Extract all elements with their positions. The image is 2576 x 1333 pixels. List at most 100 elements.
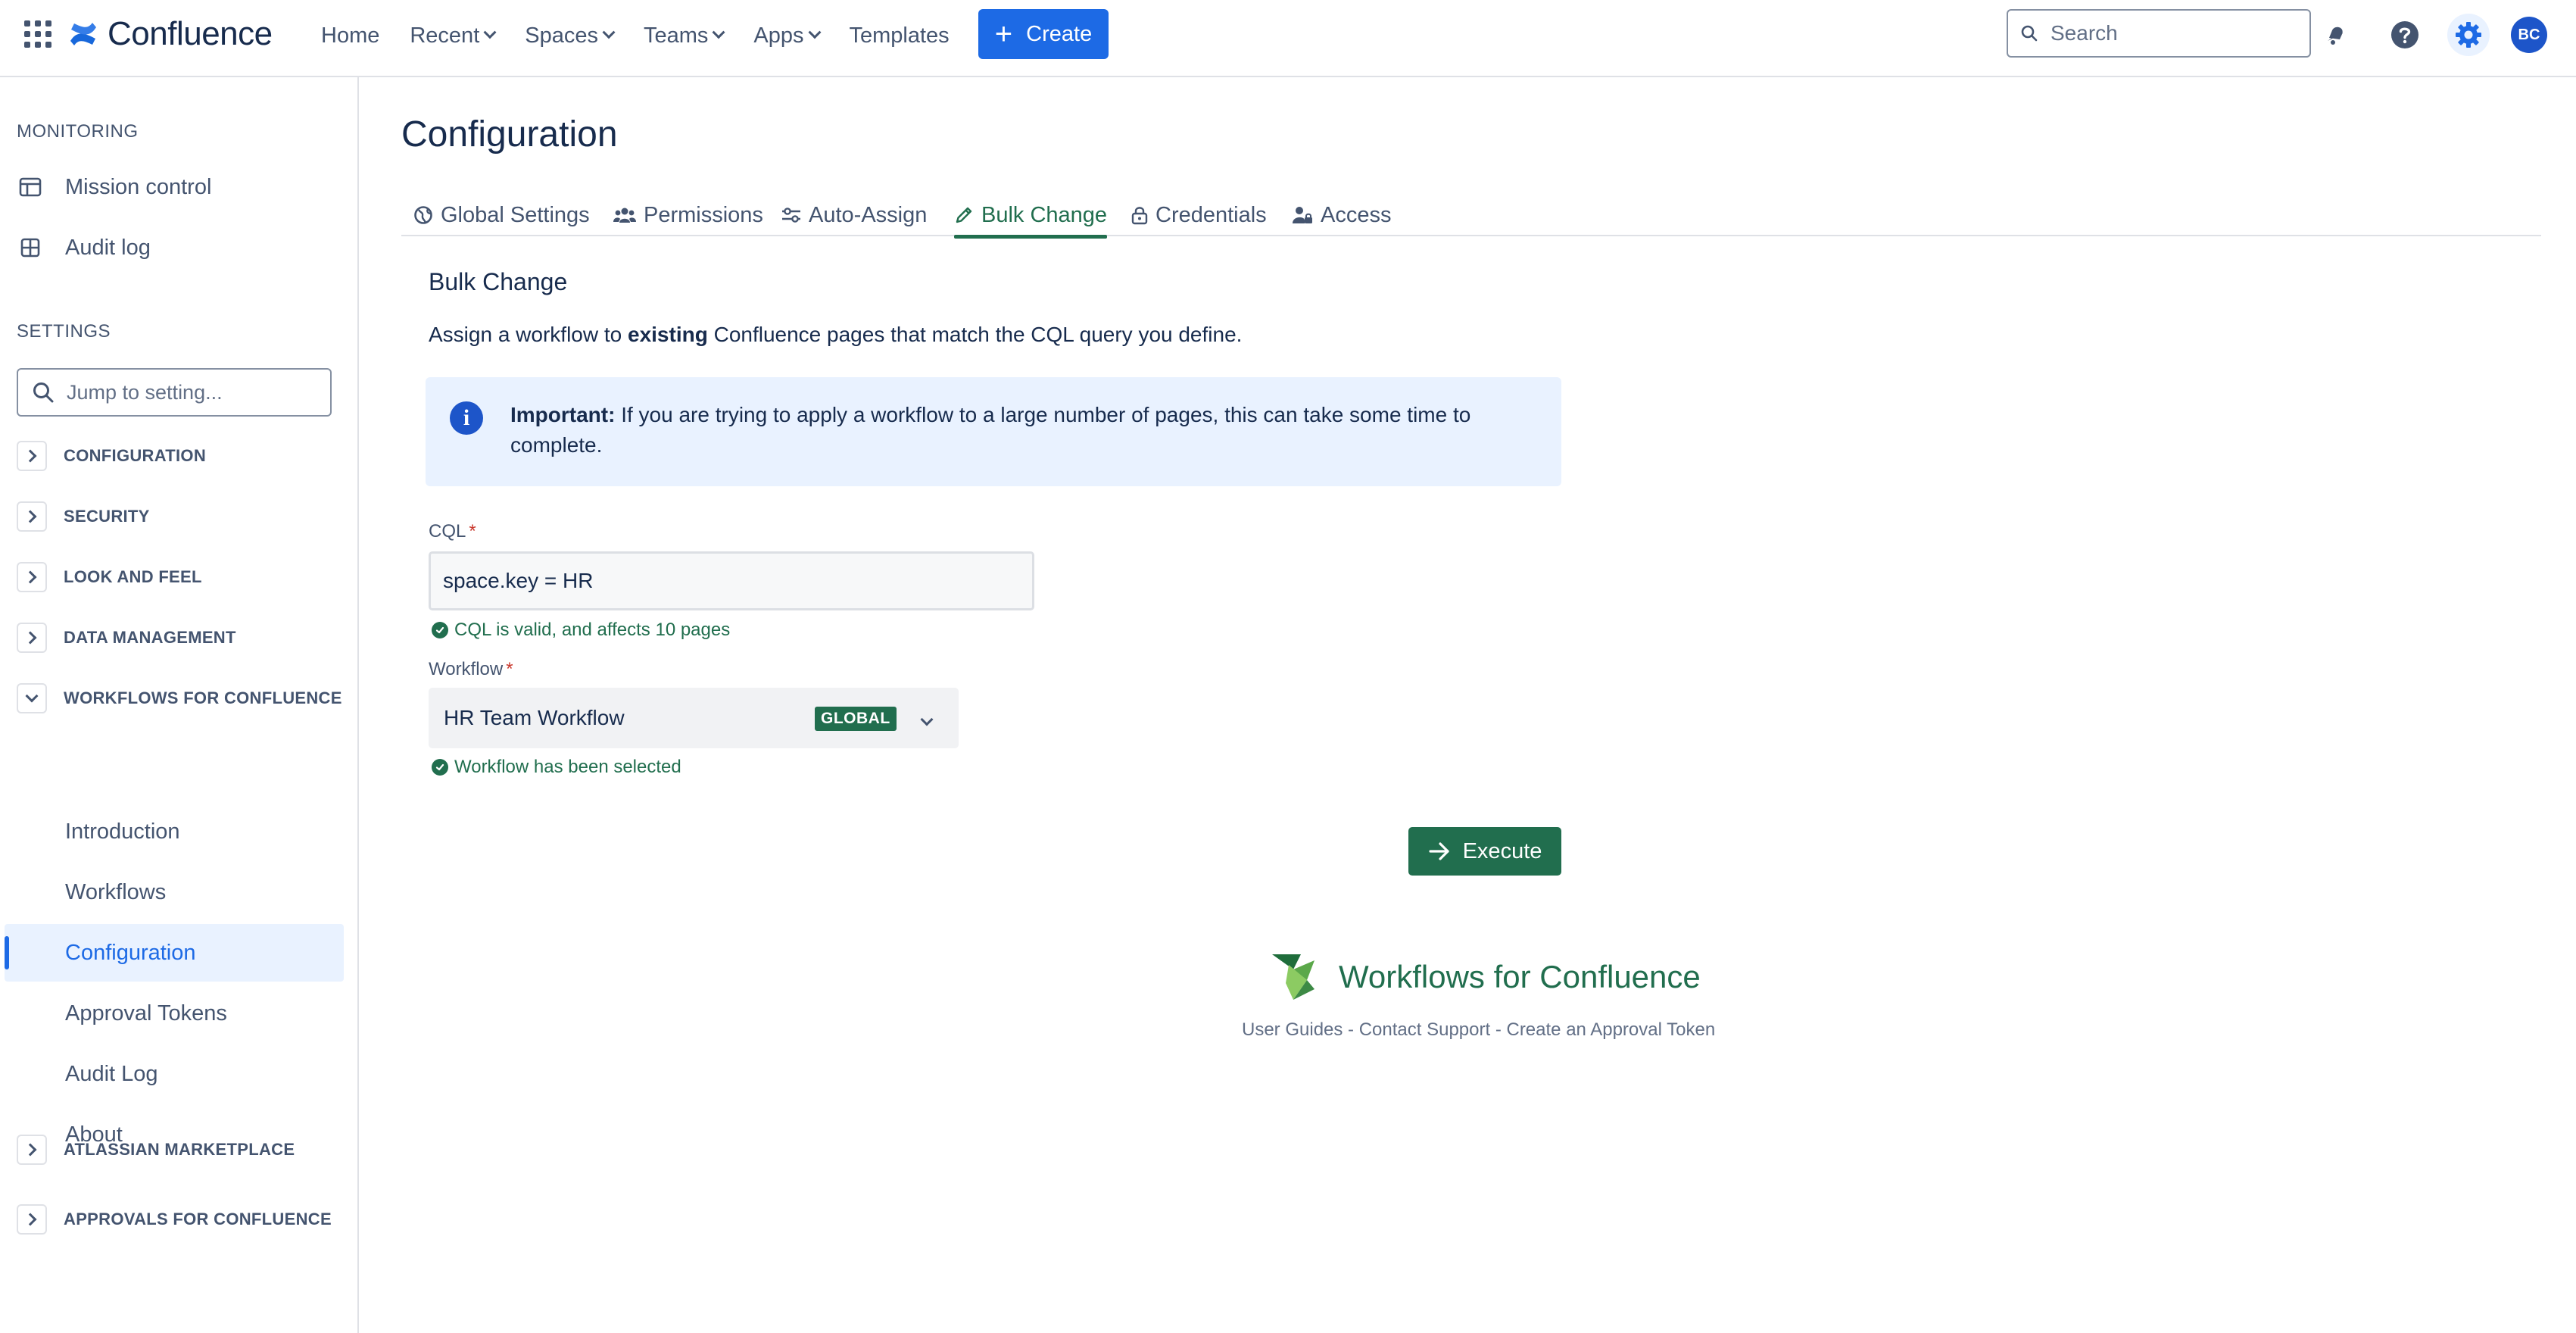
global-badge: GLOBAL — [815, 707, 897, 731]
sidebar-group-workflows-for-confluence[interactable]: WORKFLOWS FOR CONFLUENCE — [17, 677, 342, 720]
sidebar-group-label: CONFIGURATION — [64, 446, 207, 465]
sidebar-group-label: ATLASSIAN MARKETPLACE — [64, 1140, 295, 1159]
chevron-down-icon — [483, 26, 497, 39]
chevron-right-icon — [17, 1204, 47, 1235]
nav-link-home[interactable]: Home — [321, 23, 379, 48]
settings-section-title: SETTINGS — [17, 321, 111, 342]
pencil-icon — [956, 207, 972, 223]
tab-label: Global Settings — [441, 202, 590, 227]
tab-bulk-change[interactable]: Bulk Change — [954, 194, 1108, 239]
jump-to-setting-input[interactable] — [67, 380, 324, 404]
create-button-label: Create — [1026, 21, 1093, 46]
sidebar-item-audit-log[interactable]: Audit log — [17, 221, 342, 274]
logo-text: Confluence — [108, 15, 273, 52]
sidebar-group-configuration[interactable]: CONFIGURATION — [17, 435, 206, 477]
nav-link-label: Templates — [849, 23, 950, 48]
sidebar-group-look-and-feel[interactable]: LOOK AND FEEL — [17, 556, 202, 598]
workflow-select[interactable]: HR Team Workflow GLOBAL — [429, 688, 959, 748]
execute-button[interactable]: Execute — [1408, 827, 1561, 876]
tab-credentials[interactable]: Credentials — [1131, 194, 1267, 236]
sidebar-item-label: Audit log — [65, 235, 151, 260]
monitoring-section-title: MONITORING — [17, 121, 139, 142]
settings-icon[interactable] — [2447, 14, 2490, 56]
footer-link-create-an-approval-token[interactable]: Create an Approval Token — [1506, 1019, 1715, 1040]
arrow-right-icon — [1428, 842, 1449, 860]
chevron-down-icon — [808, 26, 822, 39]
nav-link-teams[interactable]: Teams — [644, 23, 725, 48]
info-icon: i — [450, 401, 483, 435]
primary-nav-links: Home Recent Spaces Teams Apps Templates — [321, 20, 980, 52]
plus-icon: + — [994, 17, 1013, 51]
footer-separator: - — [1490, 1019, 1507, 1040]
chevron-down-icon — [602, 26, 616, 39]
cql-input[interactable] — [429, 551, 1034, 610]
global-search[interactable] — [2007, 9, 2311, 58]
grid-icon — [17, 238, 44, 258]
sidebar-group-approvals-for-confluence[interactable]: APPROVALS FOR CONFLUENCE — [17, 1198, 332, 1241]
tab-label: Access — [1321, 202, 1392, 227]
info-text: If you are trying to apply a workflow to… — [510, 403, 1471, 457]
nav-link-spaces[interactable]: Spaces — [525, 23, 616, 48]
chevron-right-icon — [17, 623, 47, 653]
notifications-icon[interactable] — [2317, 17, 2353, 53]
tab-label: Credentials — [1155, 202, 1267, 227]
user-avatar[interactable]: BC — [2511, 17, 2547, 53]
tab-auto-assign[interactable]: Auto-Assign — [781, 194, 927, 236]
chevron-right-icon — [17, 1135, 47, 1165]
sidebar-item-introduction[interactable]: Introduction — [65, 803, 180, 860]
workflow-selected-message: Workflow has been selected — [432, 755, 681, 779]
footer-link-user-guides[interactable]: User Guides — [1242, 1019, 1343, 1040]
sidebar-item-audit-log[interactable]: Audit Log — [65, 1045, 158, 1103]
workflow-hint-text: Workflow has been selected — [454, 757, 681, 777]
section-description: Assign a workflow to existing Confluence… — [429, 323, 1242, 347]
sidebar-group-label: DATA MANAGEMENT — [64, 628, 236, 647]
nav-link-apps[interactable]: Apps — [753, 23, 822, 48]
sidebar-item-configuration[interactable]: Configuration — [65, 924, 196, 982]
sliders-icon — [782, 208, 800, 223]
nav-link-templates[interactable]: Templates — [850, 23, 950, 48]
confluence-logo-icon — [70, 23, 96, 45]
tab-access[interactable]: Access — [1292, 194, 1391, 236]
description-emphasis: existing — [628, 323, 708, 346]
sidebar-group-label: WORKFLOWS FOR CONFLUENCE — [64, 688, 342, 707]
user-lock-icon — [1293, 207, 1312, 223]
global-search-input[interactable] — [2051, 21, 2293, 45]
footer-link-contact-support[interactable]: Contact Support — [1359, 1019, 1490, 1040]
tab-label: Bulk Change — [981, 202, 1108, 227]
sidebar-item-mission-control[interactable]: Mission control — [17, 161, 342, 214]
jump-to-setting-search[interactable] — [17, 368, 332, 417]
sidebar-group-label: APPROVALS FOR CONFLUENCE — [64, 1210, 332, 1228]
nav-link-recent[interactable]: Recent — [410, 23, 497, 48]
tab-global-settings[interactable]: Global Settings — [413, 194, 590, 236]
top-navigation: Confluence Home Recent Spaces Teams Apps Temp… — [0, 0, 2576, 77]
chevron-right-icon — [17, 441, 47, 471]
help-icon[interactable] — [2387, 17, 2423, 53]
sidebar-group-atlassian-marketplace[interactable]: ATLASSIAN MARKETPLACE — [17, 1129, 295, 1171]
sidebar-group-security[interactable]: SECURITY — [17, 495, 150, 538]
required-marker: * — [469, 521, 476, 542]
cql-label-text: CQL — [429, 521, 466, 542]
important-info-panel: i Important: If you are trying to apply … — [426, 377, 1561, 486]
chevron-right-icon — [17, 501, 47, 532]
sidebar-item-workflows[interactable]: Workflows — [65, 863, 166, 921]
footer-links: User Guides - Contact Support - Create a… — [1242, 1019, 1715, 1041]
description-text: Assign a workflow to — [429, 323, 628, 346]
info-message: Important: If you are trying to apply a … — [510, 400, 1540, 460]
workflows-brand-name: Workflows for Confluence — [1339, 959, 1701, 994]
confluence-logo[interactable]: Confluence — [68, 14, 273, 55]
configuration-tabs: Global Settings Permissions Auto-Assign … — [401, 194, 2541, 239]
chevron-down-icon — [920, 713, 934, 726]
workflow-field-label: Workflow * — [429, 659, 513, 680]
panel-icon — [17, 177, 44, 197]
sidebar-item-approval-tokens[interactable]: Approval Tokens — [65, 985, 227, 1042]
workflow-label-text: Workflow — [429, 659, 504, 679]
search-icon — [2021, 25, 2038, 42]
check-circle-icon — [432, 759, 448, 776]
create-button[interactable]: + Create — [978, 9, 1109, 59]
tab-permissions[interactable]: Permissions — [613, 194, 763, 236]
sidebar-group-label: LOOK AND FEEL — [64, 567, 202, 586]
app-switcher-icon[interactable] — [24, 20, 51, 48]
tab-label: Auto-Assign — [809, 202, 928, 227]
lock-icon — [1131, 207, 1148, 225]
sidebar-group-data-management[interactable]: DATA MANAGEMENT — [17, 617, 236, 659]
